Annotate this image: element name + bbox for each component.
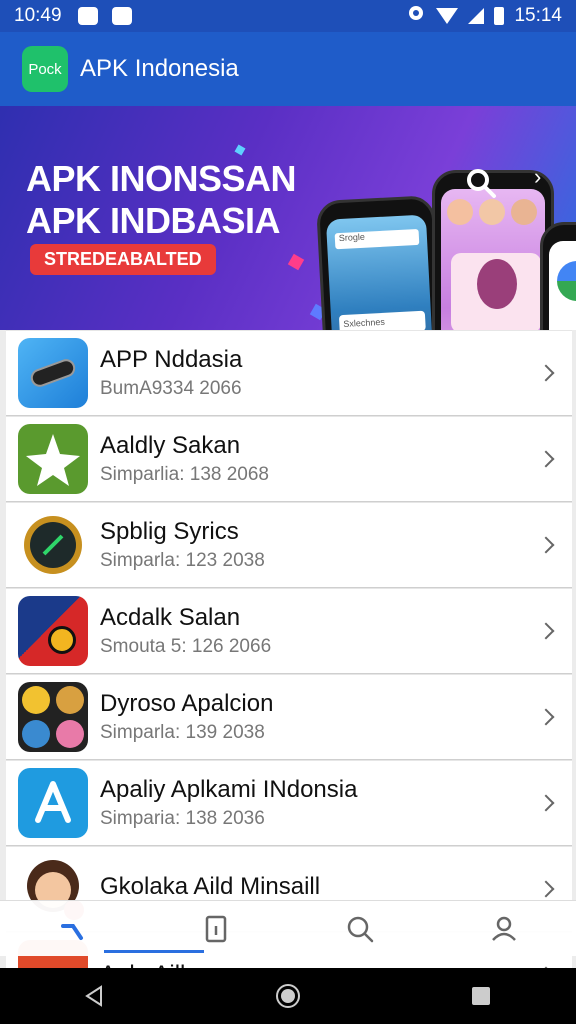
recents-icon[interactable] bbox=[469, 984, 493, 1008]
nav-search[interactable] bbox=[330, 904, 390, 954]
app-subtitle: Simparia: 138 2036 bbox=[100, 808, 265, 829]
app-name: Acdalk Salan bbox=[100, 604, 241, 631]
list-item[interactable]: Aaldly Sakan Simparlіa: 138 2068 bbox=[6, 416, 572, 502]
face-thumbnail bbox=[479, 199, 505, 225]
a-logo-app-icon bbox=[18, 768, 88, 838]
bottom-nav bbox=[0, 900, 576, 956]
chevron-right-icon bbox=[537, 794, 555, 812]
person-icon bbox=[492, 916, 516, 941]
phone-screen: Srogle Sxlechnes bbox=[325, 214, 437, 330]
media-notification-icon bbox=[111, 7, 132, 25]
featured-card bbox=[451, 253, 541, 330]
person-illustration bbox=[477, 259, 517, 309]
chevron-right-icon bbox=[537, 450, 555, 468]
screen: 10:49 15:14 Pock APK Indonesia APK INONS… bbox=[0, 0, 576, 1024]
phone-search-bar: Sxlechnes bbox=[338, 310, 426, 330]
app-subtitle: BumA9334 2066 bbox=[100, 378, 242, 399]
app-subtitle: Simparla: 139 2038 bbox=[100, 722, 265, 743]
chevron-right-icon[interactable]: › bbox=[534, 164, 541, 190]
app-name: Apaliy Aplkami INdonsia bbox=[100, 776, 358, 803]
confetti-decoration bbox=[287, 253, 305, 271]
chevron-right-icon bbox=[537, 536, 555, 554]
nav-apps[interactable] bbox=[186, 904, 246, 954]
status-bar: 10:49 15:14 bbox=[0, 0, 576, 32]
chevron-right-icon bbox=[537, 622, 555, 640]
phone-screen bbox=[441, 189, 545, 330]
search-icon bbox=[347, 916, 374, 942]
phone-illustration bbox=[540, 222, 576, 330]
game-app-icon bbox=[18, 596, 88, 666]
hammer-icon bbox=[61, 923, 83, 940]
app-subtitle: Smouta 5: 126 2066 bbox=[100, 636, 272, 657]
promo-banner[interactable]: APK INONSSAN APK INDBASIA STREDEABALTED … bbox=[0, 106, 576, 330]
banner-headline-2: APK INDBASIA bbox=[26, 200, 281, 241]
clock-app-icon bbox=[18, 510, 88, 580]
nav-selected-indicator bbox=[104, 950, 204, 953]
banner-headline-1: APK INONSSAN bbox=[26, 158, 297, 199]
list-item-text: Dyroso Apalcion Simparla: 139 2038 bbox=[100, 690, 273, 744]
app-name: Dyroso Apalcion bbox=[100, 690, 274, 717]
app-title: APK Indonesia bbox=[80, 55, 239, 82]
home-icon[interactable] bbox=[274, 982, 302, 1010]
app-name: Spblig Syrics bbox=[100, 518, 239, 545]
chevron-right-icon bbox=[537, 708, 555, 726]
list-item-text: Aaldly Sakan Simparlіa: 138 2068 bbox=[100, 432, 269, 486]
chevron-right-icon bbox=[537, 364, 555, 382]
chevron-right-icon bbox=[537, 880, 555, 898]
list-item-text: Acdalk Salan Smouta 5: 126 2066 bbox=[100, 604, 271, 658]
battery-icon bbox=[494, 7, 505, 25]
app-name: Aaldly Sakan bbox=[100, 432, 241, 459]
system-nav-bar bbox=[0, 968, 576, 1024]
app-bar: Pock APK Indonesia bbox=[0, 32, 576, 106]
collage-app-icon bbox=[18, 682, 88, 752]
confetti-decoration bbox=[234, 144, 246, 156]
document-icon bbox=[205, 915, 227, 942]
status-right: 15:14 bbox=[406, 3, 562, 29]
app-name: APP Nddasia bbox=[100, 346, 243, 373]
phone-search-bar: Srogle bbox=[334, 228, 420, 250]
list-item[interactable]: Acdalk Salan Smouta 5: 126 2066 bbox=[6, 588, 572, 674]
face-thumbnail bbox=[511, 199, 537, 225]
signal-icon bbox=[468, 8, 485, 24]
wifi-icon bbox=[436, 8, 459, 24]
list-item[interactable]: Spblig Syrics Simparla: 123 2038 bbox=[6, 502, 572, 588]
face-thumbnail bbox=[447, 199, 473, 225]
list-item-text: APP Nddasia BumA9334 2066 bbox=[100, 346, 242, 400]
status-time-right: 15:14 bbox=[514, 5, 562, 26]
notification-icon bbox=[77, 7, 98, 25]
banner-badge[interactable]: STREDEABALTED bbox=[30, 244, 216, 275]
gear-icon bbox=[406, 3, 426, 29]
list-item-text: Apaliy Aplkami INdonsia Simparia: 138 20… bbox=[100, 776, 357, 830]
search-icon[interactable] bbox=[464, 166, 498, 200]
nav-profile[interactable] bbox=[474, 904, 534, 954]
battery-app-icon bbox=[18, 338, 88, 408]
status-time-left: 10:49 bbox=[14, 5, 62, 26]
list-item[interactable]: Dyroso Apalcion Simparla: 139 2038 bbox=[6, 674, 572, 760]
nav-home[interactable] bbox=[42, 904, 102, 954]
chrome-logo-icon bbox=[557, 261, 576, 301]
app-subtitle: Simparlіa: 138 2068 bbox=[100, 464, 269, 485]
back-icon[interactable] bbox=[83, 984, 107, 1008]
list-item-text: Spblig Syrics Simparla: 123 2038 bbox=[100, 518, 265, 572]
star-app-icon bbox=[18, 424, 88, 494]
app-name: Gkolaka Aild Minsaill bbox=[100, 873, 321, 900]
phone-illustration: Srogle Sxlechnes bbox=[315, 195, 447, 330]
list-item[interactable]: Apaliy Aplkami INdonsia Simparia: 138 20… bbox=[6, 760, 572, 846]
app-logo: Pock bbox=[22, 46, 68, 92]
list-item[interactable]: APP Nddasia BumA9334 2066 bbox=[6, 330, 572, 416]
phone-screen bbox=[549, 241, 576, 330]
app-subtitle: Simparla: 123 2038 bbox=[100, 550, 265, 571]
